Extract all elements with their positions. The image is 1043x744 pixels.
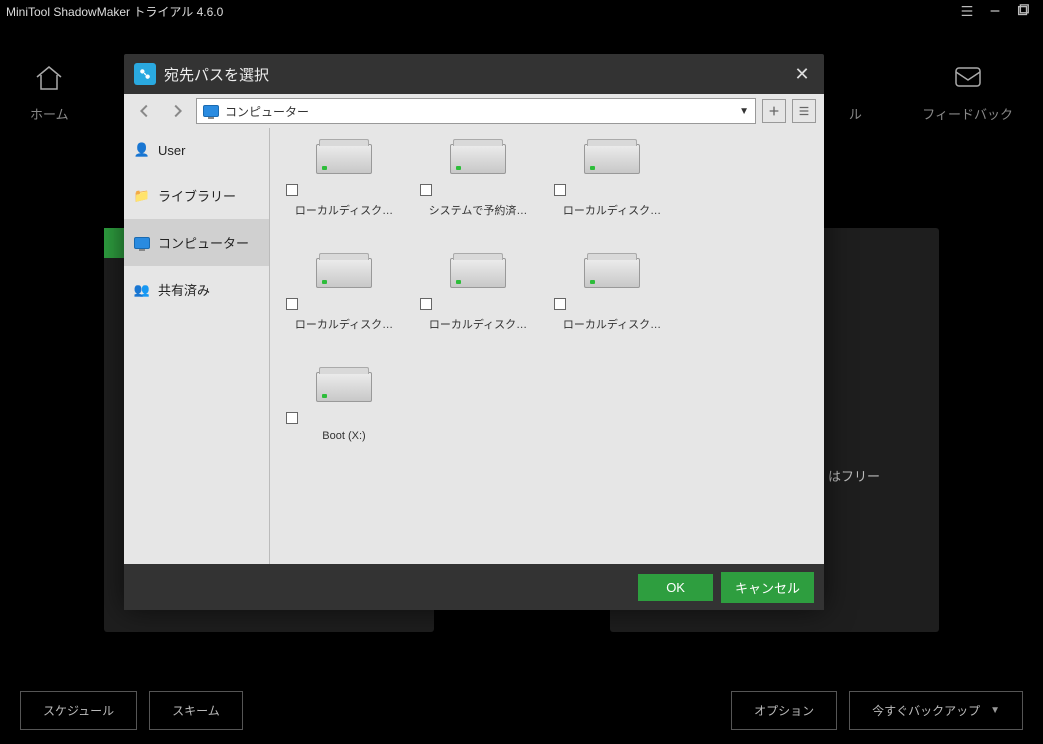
backup-now-button[interactable]: 今すぐバックアップ▼ [849, 691, 1023, 730]
menu-icon[interactable] [953, 0, 981, 22]
nav-forward-button[interactable] [164, 98, 190, 124]
drive-icon [316, 258, 372, 288]
library-icon: 📁 [134, 188, 150, 204]
schedule-button[interactable]: スケジュール [20, 691, 137, 730]
sidebar-item-label: User [158, 143, 185, 158]
computer-icon [134, 235, 150, 251]
drive-grid: ローカルディスク… システムで予約済… ローカルディスク… ローカルディスク… [270, 128, 824, 564]
sidebar-item-computer[interactable]: コンピューター [124, 219, 269, 266]
drive-icon [316, 144, 372, 174]
drive-icon [316, 372, 372, 402]
minimize-button[interactable] [981, 0, 1009, 22]
user-icon: 👤 [134, 142, 150, 158]
path-field[interactable]: コンピューター ▼ [196, 98, 756, 124]
home-icon [33, 62, 65, 94]
path-bar: コンピューター ▼ [124, 94, 824, 128]
scheme-button[interactable]: スキーム [149, 691, 243, 730]
drive-icon [450, 144, 506, 174]
nav-back-button[interactable] [132, 98, 158, 124]
tab-label: ホーム [30, 104, 69, 123]
ok-button[interactable]: OK [638, 574, 713, 601]
drive-checkbox[interactable] [286, 184, 298, 196]
drive-label: Boot (X:) [322, 430, 365, 442]
drive-label: ローカルディスク… [429, 316, 527, 332]
drive-checkbox[interactable] [554, 184, 566, 196]
close-button[interactable]: ✕ [790, 62, 814, 86]
bottom-bar: スケジュール スキーム オプション 今すぐバックアップ▼ [0, 691, 1043, 730]
drive-checkbox[interactable] [286, 412, 298, 424]
drive-item[interactable]: ローカルディスク… [548, 138, 676, 240]
drive-icon [584, 144, 640, 174]
drive-icon [584, 258, 640, 288]
tab-label: フィードバック [922, 104, 1013, 123]
tab-label: ル [849, 104, 862, 123]
shared-icon: 👥 [134, 282, 150, 298]
drive-label: ローカルディスク… [563, 202, 661, 218]
sidebar-item-label: コンピューター [158, 233, 249, 252]
drive-checkbox[interactable] [286, 298, 298, 310]
drive-item[interactable]: システムで予約済… [414, 138, 542, 240]
drive-label: ローカルディスク… [295, 202, 393, 218]
drive-label: ローカルディスク… [563, 316, 661, 332]
cancel-button[interactable]: キャンセル [721, 572, 814, 603]
file-browser: 👤 User 📁 ライブラリー コンピューター 👥 共有済み ローカルディスク… [124, 128, 824, 564]
feedback-icon [952, 62, 984, 94]
app-title: MiniTool ShadowMaker トライアル 4.6.0 [6, 3, 223, 20]
sidebar-item-shared[interactable]: 👥 共有済み [124, 266, 269, 313]
tab-home[interactable]: ホーム [30, 62, 69, 123]
computer-icon [203, 105, 219, 117]
browser-sidebar: 👤 User 📁 ライブラリー コンピューター 👥 共有済み [124, 128, 270, 564]
drive-item[interactable]: ローカルディスク… [280, 252, 408, 354]
drive-checkbox[interactable] [420, 298, 432, 310]
drive-label: ローカルディスク… [295, 316, 393, 332]
dialog-footer: OK キャンセル [124, 564, 824, 610]
path-text: コンピューター [225, 103, 309, 120]
dialog-header: 宛先パスを選択 ✕ [124, 54, 824, 94]
maximize-button[interactable] [1009, 0, 1037, 22]
tab-feedback[interactable]: フィードバック [922, 62, 1013, 123]
dialog-title: 宛先パスを選択 [164, 64, 269, 85]
sidebar-item-library[interactable]: 📁 ライブラリー [124, 172, 269, 219]
drive-item[interactable]: Boot (X:) [280, 366, 408, 468]
drive-item[interactable]: ローカルディスク… [548, 252, 676, 354]
drive-item[interactable]: ローカルディスク… [280, 138, 408, 240]
sidebar-item-label: 共有済み [158, 280, 210, 299]
chevron-down-icon: ▼ [990, 705, 1000, 716]
view-list-button[interactable] [792, 99, 816, 123]
new-folder-button[interactable] [762, 99, 786, 123]
options-button[interactable]: オプション [731, 691, 837, 730]
drive-item[interactable]: ローカルディスク… [414, 252, 542, 354]
drive-checkbox[interactable] [420, 184, 432, 196]
peek-text: はフリー [828, 466, 880, 485]
destination-dialog: 宛先パスを選択 ✕ コンピューター ▼ 👤 User 📁 ライブラリー コ [124, 54, 824, 610]
drive-label: システムで予約済… [429, 202, 528, 218]
app-logo-icon [134, 63, 156, 85]
chevron-down-icon[interactable]: ▼ [739, 106, 749, 117]
sidebar-item-label: ライブラリー [158, 186, 236, 205]
sidebar-item-user[interactable]: 👤 User [124, 128, 269, 172]
drive-icon [450, 258, 506, 288]
title-bar: MiniTool ShadowMaker トライアル 4.6.0 [0, 0, 1043, 22]
drive-checkbox[interactable] [554, 298, 566, 310]
